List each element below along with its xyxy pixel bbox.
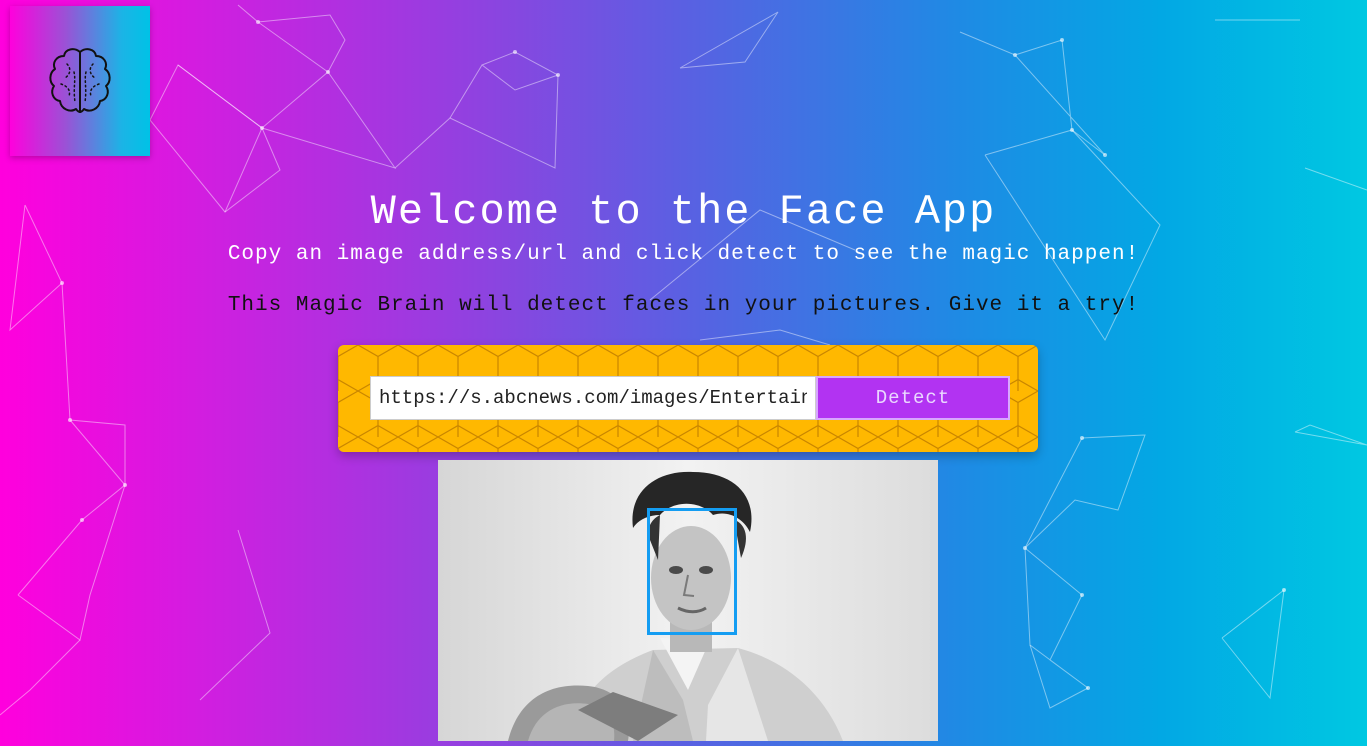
image-url-form: Detect <box>338 345 1038 452</box>
tagline-text: This Magic Brain will detect faces in yo… <box>227 294 1140 317</box>
logo-tile[interactable] <box>10 6 150 156</box>
brain-icon <box>49 48 111 113</box>
page-title: Welcome to the Face App <box>370 188 997 236</box>
face-bounding-box <box>647 508 737 635</box>
detect-button[interactable]: Detect <box>816 376 1010 420</box>
instructions-text: Copy an image address/url and click dete… <box>227 243 1140 266</box>
image-url-input[interactable] <box>370 376 816 420</box>
detected-image <box>438 460 938 741</box>
